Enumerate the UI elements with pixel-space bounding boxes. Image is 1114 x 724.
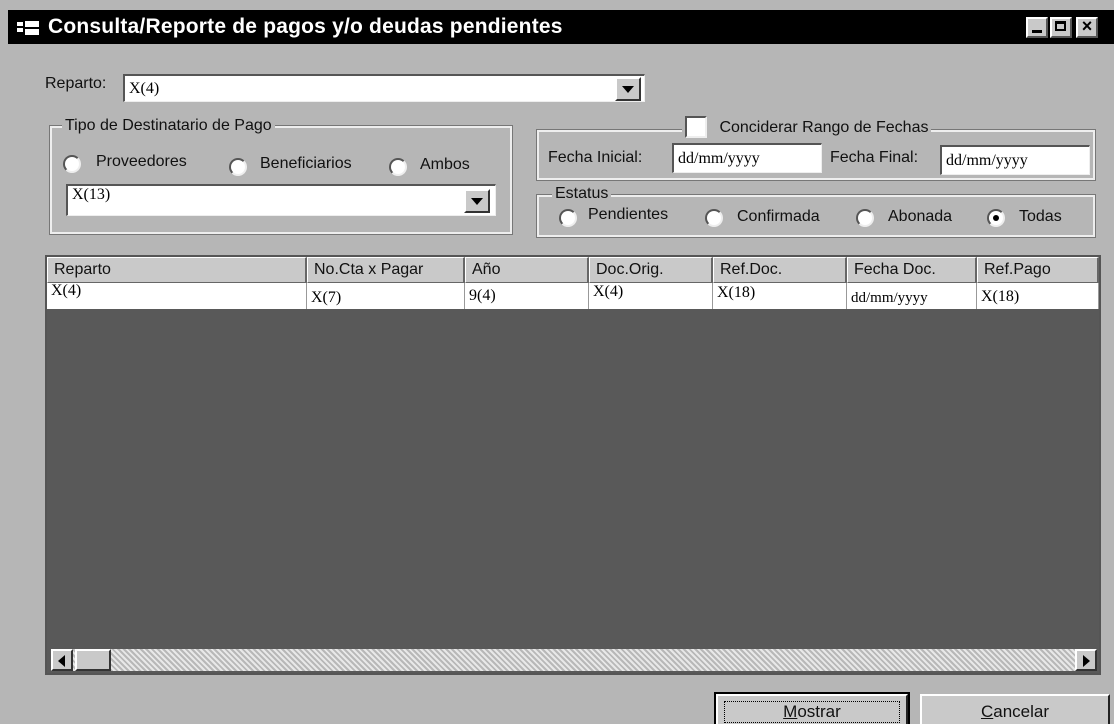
cell-no-cta[interactable]: X(7) bbox=[307, 283, 465, 309]
table-row[interactable]: X(4) X(7) 9(4) X(4) X(18) dd/mm/yyyy X(1… bbox=[47, 283, 1099, 309]
reparto-label: Reparto: bbox=[45, 75, 107, 92]
results-grid[interactable]: Reparto No.Cta x Pagar Año Doc.Orig. Ref… bbox=[45, 255, 1101, 675]
grid-header: Reparto No.Cta x Pagar Año Doc.Orig. Ref… bbox=[47, 257, 1099, 283]
radio-ambos[interactable] bbox=[389, 158, 407, 176]
window-title: Consulta/Reporte de pagos y/o deudas pen… bbox=[48, 15, 563, 38]
report-window: Consulta/Reporte de pagos y/o deudas pen… bbox=[0, 0, 1114, 724]
radio-todas-label: Todas bbox=[1019, 208, 1062, 225]
reparto-dropdown-button[interactable] bbox=[615, 77, 641, 101]
fecha-inicial-label: Fecha Inicial: bbox=[548, 149, 643, 166]
minimize-icon[interactable] bbox=[1026, 17, 1048, 38]
radio-todas[interactable] bbox=[987, 209, 1005, 227]
cancelar-label: ancelar bbox=[993, 702, 1050, 721]
radio-pendientes[interactable] bbox=[559, 209, 577, 227]
radio-beneficiarios-label: Beneficiarios bbox=[260, 155, 352, 172]
fecha-final-label: Fecha Final: bbox=[830, 149, 919, 166]
fecha-inicial-value: dd/mm/yyyy bbox=[678, 150, 760, 167]
cell-doc-orig[interactable]: X(4) bbox=[589, 283, 713, 309]
cell-reparto[interactable]: X(4) bbox=[47, 283, 307, 309]
focus-indicator bbox=[724, 701, 900, 723]
radio-confirmada-label: Confirmada bbox=[737, 208, 820, 225]
rango-fechas-checkbox-label: Conciderar Rango de Fechas bbox=[719, 119, 929, 137]
reparto-combo[interactable]: X(4) bbox=[123, 74, 645, 102]
radio-pendientes-label: Pendientes bbox=[588, 206, 669, 223]
radio-abonada-label: Abonada bbox=[888, 208, 953, 225]
column-header-no-cta[interactable]: No.Cta x Pagar bbox=[307, 257, 465, 283]
fecha-inicial-input[interactable]: dd/mm/yyyy bbox=[672, 143, 822, 173]
radio-abonada[interactable] bbox=[856, 209, 874, 227]
horizontal-scrollbar[interactable] bbox=[51, 649, 1097, 671]
radio-proveedores[interactable] bbox=[63, 155, 81, 173]
estatus-legend: Estatus bbox=[552, 185, 612, 203]
rango-fechas-checkbox[interactable] bbox=[685, 116, 707, 138]
scroll-right-icon[interactable] bbox=[1075, 649, 1097, 671]
maximize-icon[interactable] bbox=[1050, 17, 1072, 38]
mostrar-button[interactable]: Mostrar bbox=[714, 692, 910, 724]
destinatario-dropdown-button[interactable] bbox=[464, 189, 490, 213]
scroll-thumb[interactable] bbox=[75, 649, 111, 671]
destinatario-value: X(13) bbox=[72, 186, 111, 203]
fecha-final-value: dd/mm/yyyy bbox=[946, 152, 1028, 169]
reparto-value: X(4) bbox=[129, 80, 160, 97]
column-header-ref-pago[interactable]: Ref.Pago bbox=[977, 257, 1099, 283]
radio-ambos-label: Ambos bbox=[420, 156, 470, 173]
scroll-left-icon[interactable] bbox=[51, 649, 73, 671]
tipo-destinatario-group bbox=[49, 125, 513, 235]
destinatario-combo[interactable]: X(13) bbox=[66, 184, 496, 216]
cell-anio[interactable]: 9(4) bbox=[465, 283, 589, 309]
column-header-reparto[interactable]: Reparto bbox=[47, 257, 307, 283]
radio-beneficiarios[interactable] bbox=[229, 158, 247, 176]
title-bar[interactable]: Consulta/Reporte de pagos y/o deudas pen… bbox=[8, 10, 1114, 44]
tipo-destinatario-legend: Tipo de Destinatario de Pago bbox=[62, 117, 275, 135]
rango-fechas-legend: Conciderar Rango de Fechas bbox=[682, 116, 932, 143]
column-header-fecha-doc[interactable]: Fecha Doc. bbox=[847, 257, 977, 283]
cancelar-accel: C bbox=[980, 702, 994, 721]
fecha-final-input[interactable]: dd/mm/yyyy bbox=[940, 145, 1090, 175]
cell-fecha-doc[interactable]: dd/mm/yyyy bbox=[847, 283, 977, 309]
column-header-doc-orig[interactable]: Doc.Orig. bbox=[589, 257, 713, 283]
radio-proveedores-label: Proveedores bbox=[96, 153, 187, 170]
column-header-ref-doc[interactable]: Ref.Doc. bbox=[713, 257, 847, 283]
app-icon bbox=[17, 21, 39, 35]
radio-confirmada[interactable] bbox=[705, 209, 723, 227]
cell-ref-doc[interactable]: X(18) bbox=[713, 283, 847, 309]
cell-ref-pago[interactable]: X(18) bbox=[977, 283, 1099, 309]
close-icon[interactable]: × bbox=[1076, 16, 1098, 38]
column-header-anio[interactable]: Año bbox=[465, 257, 589, 283]
cancelar-button[interactable]: Cancelar bbox=[920, 694, 1110, 724]
